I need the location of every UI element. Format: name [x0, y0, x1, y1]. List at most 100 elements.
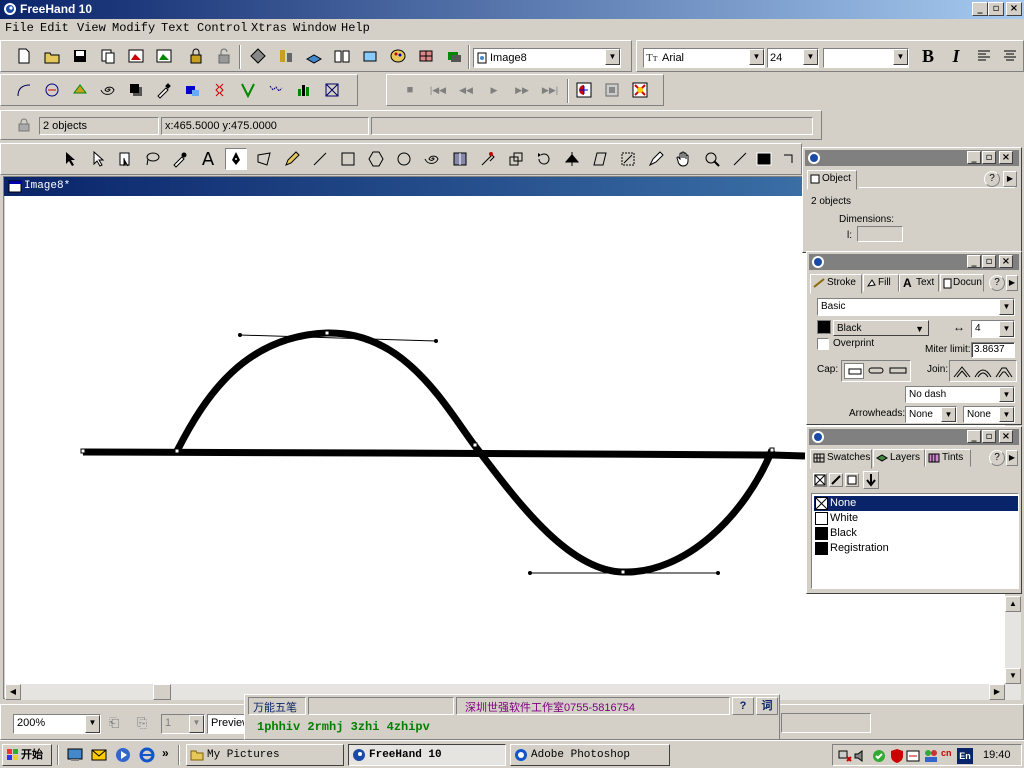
scroll-right-icon[interactable]: ▶	[989, 684, 1005, 700]
panel-close-button[interactable]: ×	[999, 255, 1013, 268]
panel-menu-icon[interactable]: ▶	[1006, 275, 1018, 291]
ime-help-button[interactable]: ?	[732, 697, 754, 715]
open-icon[interactable]	[41, 45, 63, 67]
anchor-point[interactable]	[472, 442, 478, 448]
subselect-tool-icon[interactable]	[87, 148, 109, 170]
join-bevel-icon[interactable]	[994, 363, 1014, 379]
swatches-icon[interactable]	[415, 45, 437, 67]
volume-icon[interactable]	[853, 748, 869, 764]
lock-icon[interactable]	[17, 118, 31, 132]
calligraphic-pen-icon[interactable]	[645, 148, 667, 170]
page-tool-icon[interactable]	[114, 148, 136, 170]
ime-name[interactable]: 万能五笔	[248, 697, 306, 715]
stroke-color-chip[interactable]	[817, 320, 831, 334]
panel-menu-icon[interactable]: ▶	[1006, 450, 1018, 466]
chevron-down-icon[interactable]: ▼	[189, 715, 204, 733]
anchor-point[interactable]	[769, 447, 775, 453]
help-icon[interactable]: ?	[989, 450, 1005, 466]
lock-icon[interactable]	[185, 45, 207, 67]
anchor-point[interactable]	[620, 569, 626, 575]
scroll-left-icon[interactable]: ◀	[5, 684, 21, 700]
panel-maximize-button[interactable]: ▫	[982, 151, 996, 164]
trace-tool-icon[interactable]	[617, 148, 639, 170]
tab-stroke[interactable]: Stroke	[810, 274, 862, 294]
swatch-item-white[interactable]: White	[814, 511, 1018, 526]
task-my-pictures[interactable]: My Pictures	[186, 744, 344, 766]
horizontal-line-path[interactable]	[82, 448, 806, 460]
lasso-tool-icon[interactable]	[141, 148, 163, 170]
menu-window[interactable]: Window	[293, 21, 336, 35]
font-size-select[interactable]: 24 ▼	[767, 48, 819, 68]
eyedropper-tool-icon[interactable]	[169, 148, 191, 170]
zoom-select[interactable]: 200% ▼	[13, 714, 101, 734]
join-round-icon[interactable]	[973, 363, 993, 379]
panel-close-button[interactable]: ×	[999, 430, 1013, 443]
zoom-tool-icon[interactable]	[701, 148, 723, 170]
miter-limit-field[interactable]: 3.8637	[971, 342, 1015, 358]
cap-round-icon[interactable]	[866, 363, 886, 379]
unlock-icon[interactable]	[213, 45, 235, 67]
fill-swatch-icon[interactable]	[845, 473, 859, 487]
language-indicator[interactable]: En	[957, 748, 973, 764]
panel-maximize-button[interactable]: ▫	[982, 430, 996, 443]
chevron-down-icon[interactable]: ▼	[999, 299, 1014, 315]
menu-edit[interactable]: Edit	[40, 21, 69, 35]
bezigon-tool-icon[interactable]	[253, 148, 275, 170]
next-page-icon[interactable]: ⎘	[137, 715, 155, 733]
transform-icon[interactable]	[247, 45, 269, 67]
tab-text[interactable]: A Text	[899, 274, 939, 292]
help-icon[interactable]: ?	[989, 275, 1005, 291]
arrowhead-start-select[interactable]: None ▼	[905, 406, 957, 423]
shield-icon[interactable]	[889, 748, 905, 764]
styles-icon[interactable]	[359, 45, 381, 67]
graphic-hose-icon[interactable]	[181, 79, 203, 101]
swatch-item-registration[interactable]: Registration	[814, 541, 1018, 556]
start-button[interactable]: 开始	[2, 744, 52, 766]
chevron-down-icon[interactable]: ▼	[605, 49, 620, 65]
dash-select[interactable]: No dash ▼	[905, 386, 1015, 403]
chevron-down-icon[interactable]: ▼	[893, 49, 908, 65]
restore-button[interactable]: ▫	[988, 2, 1004, 16]
task-photoshop[interactable]: Adobe Photoshop	[510, 744, 670, 766]
menu-view[interactable]: View	[77, 21, 106, 35]
chevron-down-icon[interactable]: ▼	[85, 715, 100, 733]
ellipse-tool-icon[interactable]	[393, 148, 415, 170]
menu-modify[interactable]: Modify	[112, 21, 155, 35]
swatch-item-none[interactable]: None	[814, 496, 1018, 511]
stop-icon[interactable]: ■	[399, 79, 421, 101]
input-method-icon[interactable]	[905, 748, 921, 764]
halftone-icon[interactable]	[443, 45, 465, 67]
anchor-point[interactable]	[174, 448, 180, 454]
rotate-tool-icon[interactable]	[533, 148, 555, 170]
stroke-width-select[interactable]: 4 ▼	[971, 320, 1015, 338]
chart-icon[interactable]	[293, 79, 315, 101]
swatch-item-black[interactable]: Black	[814, 526, 1018, 541]
page-select[interactable]: 1 ▼	[161, 714, 205, 734]
panel-minimize-button[interactable]: _	[967, 255, 981, 268]
stroke-type-select[interactable]: Basic ▼	[817, 298, 1015, 316]
spiral-icon[interactable]	[97, 79, 119, 101]
chevron-down-icon[interactable]: ▼	[749, 49, 764, 65]
panel-maximize-button[interactable]: ▫	[982, 255, 996, 268]
pencil-tool-icon[interactable]	[281, 148, 303, 170]
chevron-down-icon[interactable]: ▼	[999, 407, 1014, 422]
document-select[interactable]: Image8 ▼	[473, 48, 621, 68]
panel-menu-icon[interactable]: ▶	[1003, 171, 1017, 187]
view-mode-select[interactable]: Preview	[207, 714, 250, 734]
ime-word-button[interactable]: 词	[756, 697, 778, 715]
previous-page-icon[interactable]: ⎗	[109, 715, 127, 733]
chevron-down-icon[interactable]: ▼	[999, 387, 1014, 402]
bold-icon[interactable]: B	[917, 45, 939, 67]
fisheye-tool-icon[interactable]	[449, 148, 471, 170]
handle-point[interactable]	[528, 571, 532, 575]
handle-point[interactable]	[434, 339, 438, 343]
minimize-button[interactable]: _	[972, 2, 988, 16]
media-player-icon[interactable]	[114, 746, 132, 764]
export-icon[interactable]	[153, 45, 175, 67]
anchor-point[interactable]	[80, 448, 86, 454]
vertical-scrollbar[interactable]: ▲ ▼	[1005, 596, 1021, 700]
internet-explorer-icon[interactable]	[138, 746, 156, 764]
tab-object[interactable]: Object	[807, 170, 857, 190]
chevron-down-icon[interactable]: ▼	[803, 49, 818, 65]
swatch-arrow-icon[interactable]	[863, 471, 879, 489]
